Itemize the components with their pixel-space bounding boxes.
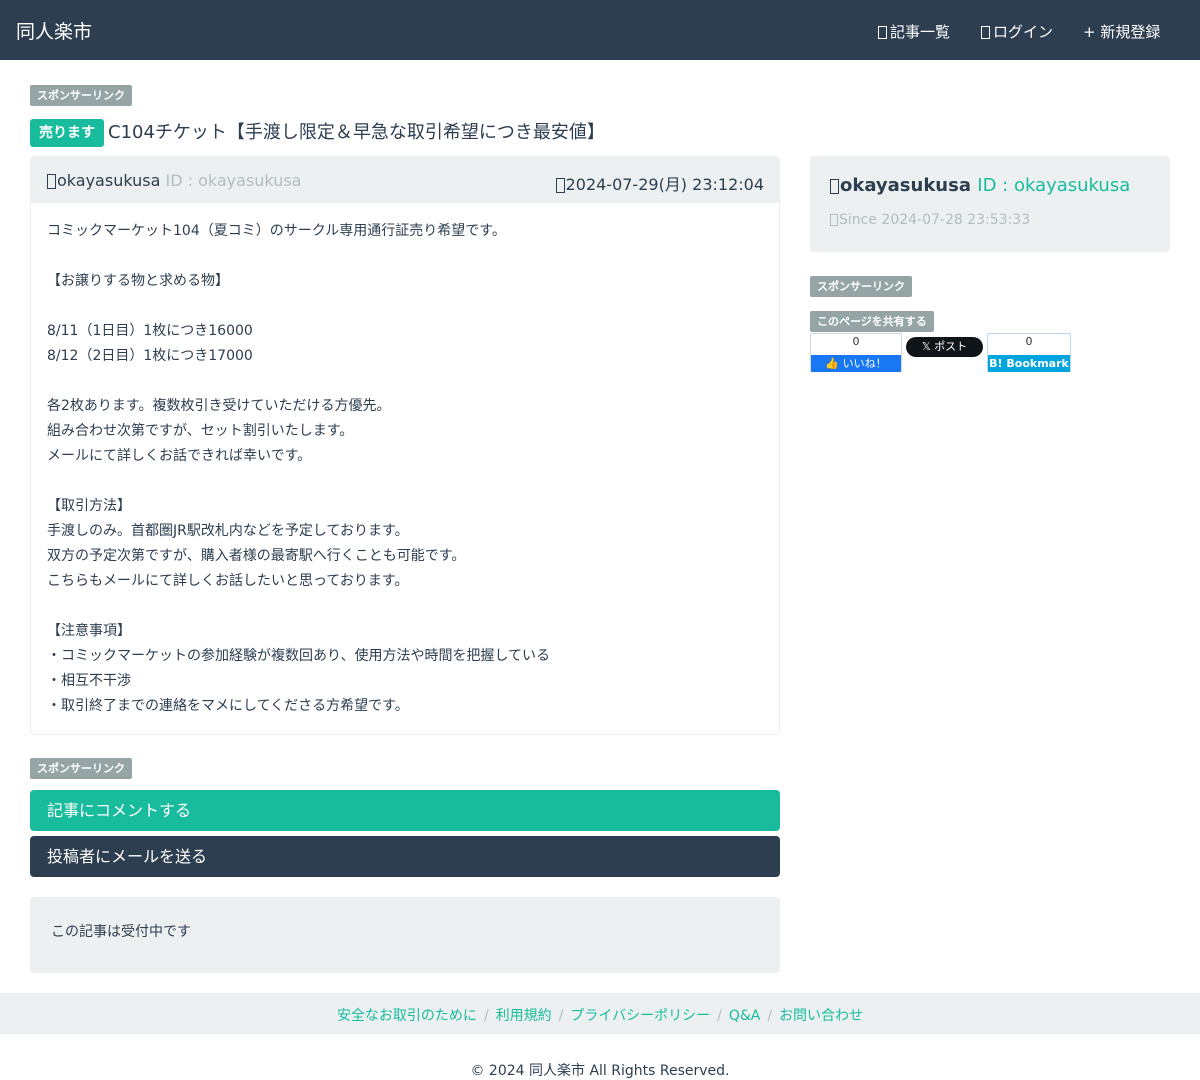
post-body-line: ・取引終了までの連絡をマメにしてくださる方希望です。 bbox=[47, 698, 409, 714]
post-date: 2024-07-29(月) 23:12:04 bbox=[555, 171, 764, 195]
post-body-line: こちらもメールにて詳しくお話したいと思っております。 bbox=[47, 573, 409, 589]
hatena-b-icon: B! bbox=[989, 357, 1003, 370]
post-body-line: 手渡しのみ。首都圏JR駅改札内などを予定しております。 bbox=[47, 523, 409, 539]
profile-since: Since 2024-07-28 23:53:33 bbox=[830, 212, 1030, 228]
nav-register[interactable]: + 新規登録 bbox=[1083, 21, 1160, 42]
navbar: 同人楽市 記事一覧 ログイン + 新規登録 bbox=[0, 0, 1200, 60]
x-logo-icon: 𝕏 bbox=[921, 340, 931, 353]
footer-link[interactable]: 安全なお取引のために bbox=[337, 1008, 477, 1024]
profile-card: okayasukusa ID : okayasukusa Since 2024-… bbox=[810, 156, 1170, 252]
footer-link[interactable]: Q&A bbox=[729, 1008, 761, 1024]
nav-login[interactable]: ログイン bbox=[981, 21, 1053, 42]
share-label: このページを共有する bbox=[810, 311, 934, 332]
copyright: © 2024 同人楽市 All Rights Reserved. bbox=[470, 1063, 730, 1079]
clock-icon bbox=[830, 214, 838, 226]
post-body-line bbox=[47, 594, 763, 619]
post-body-line bbox=[47, 369, 763, 394]
hatena-bookmark-count: 0 bbox=[1025, 335, 1033, 348]
post-body-line bbox=[47, 294, 763, 319]
post-body: コミックマーケット104（夏コミ）のサークル専用通行証売り希望です。 【お譲りする… bbox=[47, 219, 763, 719]
login-icon bbox=[981, 26, 990, 39]
post-body-line: 【お譲りする物と求める物】 bbox=[47, 273, 229, 289]
post-body-line: ・コミックマーケットの参加経験が複数回あり、使用方法や時間を把握している bbox=[47, 648, 551, 664]
post-header: okayasukusa ID : okayasukusa 2024-07-29(… bbox=[31, 157, 779, 203]
user-icon bbox=[830, 179, 839, 194]
post-body-line: コミックマーケット104（夏コミ）のサークル専用通行証売り希望です。 bbox=[47, 223, 506, 239]
list-icon bbox=[878, 26, 887, 39]
hatena-bookmark-button[interactable]: 0 B! Bookmark bbox=[987, 333, 1071, 372]
post-body-line: ・相互不干渉 bbox=[47, 673, 131, 689]
status-panel: この記事は受付中です bbox=[30, 897, 780, 973]
x-post-label: ポスト bbox=[934, 340, 968, 353]
x-post-button[interactable]: 𝕏 ポスト bbox=[906, 337, 983, 357]
footer-links-band: 安全なお取引のために / 利用規約 / プライバシーポリシー / Q&A / お問い合わせ bbox=[0, 993, 1200, 1034]
footer-separator: / bbox=[558, 1008, 564, 1024]
post-date-text: 2024-07-29(月) 23:12:04 bbox=[565, 175, 764, 194]
footer-separator: / bbox=[767, 1008, 773, 1024]
post-body-line: メールにて詳しくお話できれば幸いです。 bbox=[47, 448, 312, 464]
post-body-line: 組み合わせ次第ですが、セット割引いたします。 bbox=[47, 423, 354, 439]
footer-link[interactable]: お問い合わせ bbox=[779, 1008, 863, 1024]
sponsor-label-bottom: スポンサーリンク bbox=[30, 758, 132, 779]
nav-register-label: + 新規登録 bbox=[1083, 23, 1161, 41]
nav-login-label: ログイン bbox=[993, 23, 1054, 41]
post-author-name[interactable]: okayasukusa bbox=[57, 171, 160, 190]
status-text: この記事は受付中です bbox=[51, 924, 191, 940]
post-author-id: ID : okayasukusa bbox=[165, 171, 302, 190]
post-title-row: 売ります C104チケット【手渡し限定＆早急な取引希望につき最安値】 bbox=[30, 119, 605, 147]
thumbs-up-icon: 👍 bbox=[825, 357, 840, 370]
footer-separator: / bbox=[717, 1008, 722, 1024]
clock-icon bbox=[555, 178, 565, 193]
post-title: C104チケット【手渡し限定＆早急な取引希望につき最安値】 bbox=[108, 122, 605, 143]
post-body-line: 8/12（2日目）1枚につき17000 bbox=[47, 348, 253, 364]
post-body-line: 各2枚あります。複数枚引き受けていただける方優先。 bbox=[47, 398, 391, 414]
mail-button[interactable]: 投稿者にメールを送る bbox=[30, 836, 780, 877]
nav-article-list[interactable]: 記事一覧 bbox=[878, 21, 950, 42]
nav-article-list-label: 記事一覧 bbox=[890, 23, 951, 41]
post-card: okayasukusa ID : okayasukusa 2024-07-29(… bbox=[30, 156, 780, 735]
footer-link[interactable]: 利用規約 bbox=[496, 1008, 552, 1024]
hatena-bookmark-text: Bookmark bbox=[1006, 357, 1069, 370]
sidebar-sponsor-label: スポンサーリンク bbox=[810, 276, 912, 297]
post-body-line: 【注意事項】 bbox=[47, 623, 131, 639]
post-body-line: 【取引方法】 bbox=[47, 498, 131, 514]
hatena-bookmark-label: B! Bookmark bbox=[988, 355, 1070, 372]
post-author: okayasukusa ID : okayasukusa bbox=[47, 171, 301, 190]
facebook-like-label: 👍 いいね！ bbox=[811, 355, 901, 372]
footer-separator: / bbox=[483, 1008, 489, 1024]
facebook-like-count: 0 bbox=[852, 335, 860, 348]
profile-user: okayasukusa ID : okayasukusa bbox=[830, 175, 1130, 196]
footer-link[interactable]: プライバシーポリシー bbox=[570, 1008, 710, 1024]
sponsor-label: スポンサーリンク bbox=[30, 85, 132, 106]
sell-badge: 売ります bbox=[30, 119, 104, 147]
post-body-line: 双方の予定次第ですが、購入者様の最寄駅へ行くことも可能です。 bbox=[47, 548, 466, 564]
facebook-like-button[interactable]: 0 👍 いいね！ bbox=[810, 333, 902, 372]
facebook-like-text: いいね！ bbox=[842, 357, 887, 370]
post-body-line bbox=[47, 244, 763, 269]
profile-since-text: Since 2024-07-28 23:53:33 bbox=[839, 212, 1031, 228]
user-icon bbox=[47, 174, 56, 189]
comment-button[interactable]: 記事にコメントする bbox=[30, 790, 780, 831]
footer-links: 安全なお取引のために / 利用規約 / プライバシーポリシー / Q&A / お問い合わせ bbox=[0, 1005, 1200, 1025]
post-body-line bbox=[47, 469, 763, 494]
brand-logo[interactable]: 同人楽市 bbox=[16, 17, 92, 44]
post-body-line: 8/11（1日目）1枚につき16000 bbox=[47, 323, 253, 339]
profile-id: ID : okayasukusa bbox=[977, 175, 1131, 196]
profile-name[interactable]: okayasukusa bbox=[840, 175, 971, 196]
